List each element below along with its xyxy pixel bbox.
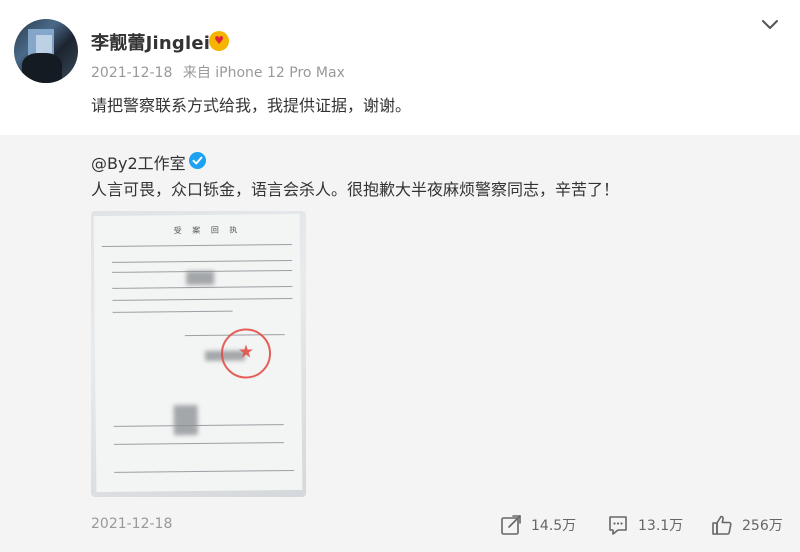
author-name[interactable]: 李靓蕾Jinglei — [91, 29, 210, 55]
post-meta: 2021-12-18 来自 iPhone 12 Pro Max — [91, 62, 351, 82]
post-date[interactable]: 2021-12-18 — [91, 65, 172, 81]
post-source: 来自 iPhone 12 Pro Max — [182, 65, 345, 81]
thumbs-up-icon — [712, 515, 732, 535]
document-paper: 受 案 回 执 ★ — [93, 213, 303, 493]
post-text: 请把警察联系方式给我，我提供证据，谢谢。 — [91, 96, 412, 115]
document-title: 受 案 回 执 — [173, 225, 242, 236]
repost-author[interactable]: @By2工作室 — [91, 150, 186, 174]
repost-button[interactable]: 14.5万 — [500, 513, 576, 537]
comment-count: 13.1万 — [638, 518, 684, 534]
share-icon — [501, 515, 521, 535]
mood-emoji-icon: ♥ — [209, 31, 229, 51]
repost-count: 14.5万 — [531, 518, 577, 534]
red-seal-stamp: ★ — [220, 328, 272, 379]
comment-icon — [609, 516, 627, 535]
post-footer: 2021-12-18 14.5万 13.1万 256万 — [0, 505, 800, 552]
avatar[interactable] — [14, 19, 78, 83]
attached-document-photo[interactable]: 受 案 回 执 ★ — [91, 211, 306, 497]
like-count: 256万 — [742, 518, 783, 534]
chevron-down-icon[interactable] — [760, 14, 780, 34]
repost-box[interactable]: @By2工作室 人言可畏，众口铄金，语言会杀人。很抱歉大半夜麻烦警察同志，辛苦了… — [0, 135, 800, 552]
verified-check-icon — [189, 152, 206, 169]
comment-button[interactable]: 13.1万 — [607, 513, 683, 537]
post-header: 李靓蕾Jinglei ♥ 2021-12-18 来自 iPhone 12 Pro… — [0, 0, 800, 135]
footer-date[interactable]: 2021-12-18 — [91, 516, 172, 532]
repost-text: 人言可畏，众口铄金，语言会杀人。很抱歉大半夜麻烦警察同志，辛苦了！ — [91, 180, 620, 199]
like-button[interactable]: 256万 — [711, 513, 783, 537]
